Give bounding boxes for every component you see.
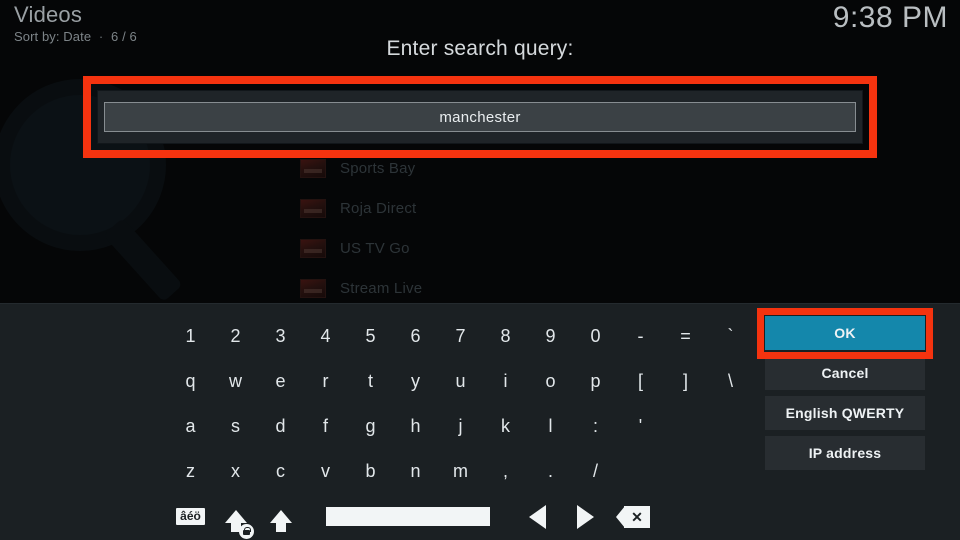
annotation-box-search-input (83, 76, 877, 158)
key-9[interactable]: 9 (528, 314, 573, 359)
key-z[interactable]: z (168, 449, 213, 494)
key-b[interactable]: b (348, 449, 393, 494)
key-3[interactable]: 3 (258, 314, 303, 359)
key-a[interactable]: a (168, 404, 213, 449)
key-m[interactable]: m (438, 449, 483, 494)
key-backslash[interactable]: \ (708, 359, 753, 404)
key-v[interactable]: v (303, 449, 348, 494)
dialog-heading: Enter search query: (386, 37, 574, 60)
key-colon[interactable]: : (573, 404, 618, 449)
shift-key[interactable] (258, 494, 303, 539)
key-t[interactable]: t (348, 359, 393, 404)
keyboard-row-home: a s d f g h j k l : ' (168, 404, 663, 449)
list-item[interactable]: US TV Go (300, 228, 820, 268)
ok-button[interactable]: OK (765, 316, 925, 350)
arrow-left-icon (528, 504, 546, 529)
key-o[interactable]: o (528, 359, 573, 404)
key-y[interactable]: y (393, 359, 438, 404)
key-comma[interactable]: , (483, 449, 528, 494)
list-item[interactable]: Roja Direct (300, 188, 820, 228)
key-d[interactable]: d (258, 404, 303, 449)
keyboard-row-bottom: z x c v b n m , . / (168, 449, 618, 494)
ip-address-button[interactable]: IP address (765, 436, 925, 470)
key-w[interactable]: w (213, 359, 258, 404)
key-c[interactable]: c (258, 449, 303, 494)
key-apostrophe[interactable]: ' (618, 404, 663, 449)
accent-characters-key[interactable]: âéö (168, 494, 213, 539)
keyboard-row-numbers: 1 2 3 4 5 6 7 8 9 0 - = ` (168, 314, 753, 359)
key-7[interactable]: 7 (438, 314, 483, 359)
key-e[interactable]: e (258, 359, 303, 404)
key-minus[interactable]: - (618, 314, 663, 359)
key-s[interactable]: s (213, 404, 258, 449)
keyboard-layout-button[interactable]: English QWERTY (765, 396, 925, 430)
key-n[interactable]: n (393, 449, 438, 494)
list-item[interactable]: Stream Live (300, 268, 820, 308)
key-2[interactable]: 2 (213, 314, 258, 359)
space-key[interactable] (303, 494, 513, 539)
media-thumbnail-icon (300, 278, 326, 298)
key-0[interactable]: 0 (573, 314, 618, 359)
clock: 9:38 PM (832, 1, 948, 34)
key-x[interactable]: x (213, 449, 258, 494)
key-g[interactable]: g (348, 404, 393, 449)
keyboard-function-row: âéö ✕ (168, 494, 657, 539)
key-period[interactable]: . (528, 449, 573, 494)
backspace-key[interactable]: ✕ (609, 494, 657, 539)
cursor-left-key[interactable] (513, 494, 561, 539)
key-bracket-right[interactable]: ] (663, 359, 708, 404)
key-6[interactable]: 6 (393, 314, 438, 359)
key-k[interactable]: k (483, 404, 528, 449)
media-thumbnail-icon (300, 238, 326, 258)
key-j[interactable]: j (438, 404, 483, 449)
space-bar-icon (326, 507, 490, 526)
key-bracket-left[interactable]: [ (618, 359, 663, 404)
list-item-label: Roja Direct (340, 199, 417, 217)
kodi-search-screen: Stream Live Sports Bay Roja Direct US TV… (0, 0, 960, 540)
dialog-actions: OK Cancel English QWERTY IP address (765, 316, 925, 476)
page-title: Videos (14, 2, 83, 27)
caps-lock-key[interactable] (213, 494, 258, 539)
key-h[interactable]: h (393, 404, 438, 449)
key-4[interactable]: 4 (303, 314, 348, 359)
key-u[interactable]: u (438, 359, 483, 404)
list-item-label: US TV Go (340, 239, 410, 257)
key-f[interactable]: f (303, 404, 348, 449)
key-r[interactable]: r (303, 359, 348, 404)
media-thumbnail-icon (300, 158, 326, 178)
key-backtick[interactable]: ` (708, 314, 753, 359)
list-item-label: Sports Bay (340, 159, 416, 177)
key-equals[interactable]: = (663, 314, 708, 359)
key-q[interactable]: q (168, 359, 213, 404)
cursor-right-key[interactable] (561, 494, 609, 539)
key-8[interactable]: 8 (483, 314, 528, 359)
key-l[interactable]: l (528, 404, 573, 449)
backspace-icon: ✕ (616, 505, 650, 528)
accent-characters-label: âéö (176, 508, 205, 525)
shift-arrow-icon (269, 510, 292, 532)
key-p[interactable]: p (573, 359, 618, 404)
key-5[interactable]: 5 (348, 314, 393, 359)
keyboard-row-qwerty: q w e r t y u i o p [ ] \ (168, 359, 753, 404)
lock-icon (239, 524, 254, 539)
media-thumbnail-icon (300, 198, 326, 218)
key-i[interactable]: i (483, 359, 528, 404)
arrow-right-icon (576, 504, 594, 529)
caps-lock-arrow-icon (224, 510, 247, 532)
key-1[interactable]: 1 (168, 314, 213, 359)
cancel-button[interactable]: Cancel (765, 356, 925, 390)
key-slash[interactable]: / (573, 449, 618, 494)
list-item-label: Stream Live (340, 279, 423, 297)
